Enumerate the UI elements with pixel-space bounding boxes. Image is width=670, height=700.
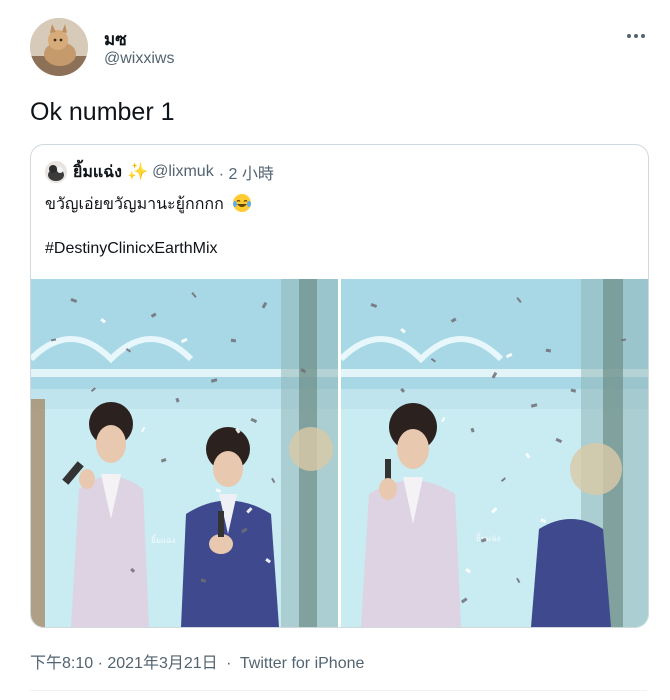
sparkles-icon: ✨ [126,162,149,181]
quoted-tweet-text-content: ขวัญเอ่ยขวัญมานะยู้กกกก [45,196,224,213]
quoted-author-avatar[interactable] [45,161,67,183]
tweet-meta: 下午8:10 · 2021年3月21日 · Twitter for iPhone [30,649,364,673]
quoted-tweet-text: ขวัญเอ่ยขวัญมานะยู้กกกก [45,192,252,217]
quoted-tweet[interactable]: ยิ้มแฉ่ง ✨ @lixmuk · 2 小時 ขวัญเอ่ยขวัญมา… [30,144,649,628]
photo-right[interactable]: ยิ้มแฉ่ง [341,279,648,627]
author-name[interactable]: มซ [104,26,127,53]
tweet-timestamp[interactable]: 下午8:10 · 2021年3月21日 [30,655,218,672]
photo-watermark: ยิ้มแฉ่ง [476,532,501,543]
quoted-author-name[interactable]: ยิ้มแฉ่ง [73,160,122,185]
tweet-text: Ok number 1 [30,98,175,126]
tears-of-joy-emoji-icon [233,194,252,212]
quoted-tweet-time[interactable]: · 2 小時 [219,160,274,184]
author-handle[interactable]: @wixxiws [104,50,174,68]
quoted-tweet-media: ยิ้มแฉ่ง ยิ้มแฉ่ง [31,279,648,627]
author-avatar[interactable] [30,18,88,76]
tweet: มซ @wixxiws Ok number 1 ยิ้มแฉ่ง ✨ @lixm… [0,0,670,700]
photo-left[interactable]: ยิ้มแฉ่ง [31,279,338,627]
tweet-source[interactable]: Twitter for iPhone [240,655,365,672]
quoted-tweet-header: ยิ้มแฉ่ง ✨ @lixmuk · 2 小時 [45,159,274,185]
meta-separator: · [226,655,232,672]
photo-watermark: ยิ้มแฉ่ง [151,534,176,545]
divider [30,690,647,691]
quoted-author-handle[interactable]: @lixmuk [152,163,214,181]
more-options-icon[interactable] [620,20,652,52]
quoted-tweet-hashtag[interactable]: #DestinyClinicxEarthMix [45,240,218,258]
